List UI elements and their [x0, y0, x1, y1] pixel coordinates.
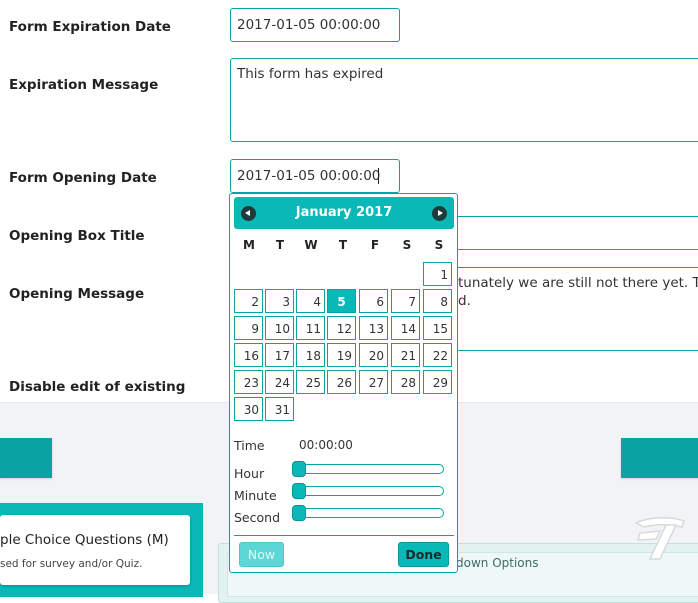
weekday-wed: W	[304, 238, 318, 252]
second-label: Second	[234, 510, 281, 525]
calendar-day[interactable]: 19	[327, 343, 356, 367]
datepicker-header: January 2017	[234, 197, 454, 229]
weekday-mon: M	[243, 238, 255, 252]
calendar-day[interactable]: 25	[296, 370, 325, 394]
datepicker-month-title: January 2017	[295, 205, 393, 220]
calendar-day[interactable]: 23	[234, 370, 263, 394]
minute-slider[interactable]	[292, 483, 444, 499]
left-teal-button[interactable]	[0, 438, 52, 478]
dropdown-options-label: down Options	[456, 556, 539, 570]
hour-label: Hour	[234, 466, 265, 481]
right-teal-button[interactable]	[621, 438, 698, 478]
weekday-fri: F	[370, 238, 380, 252]
datepicker-divider	[234, 535, 454, 536]
opening-date-label: Form Opening Date	[9, 170, 157, 186]
text-cursor-icon	[378, 168, 380, 184]
calendar-day[interactable]: 8	[423, 289, 452, 313]
second-slider[interactable]	[292, 505, 444, 521]
calendar-day[interactable]: 10	[265, 316, 294, 340]
calendar-day[interactable]: 24	[265, 370, 294, 394]
opening-date-value: 2017-01-05 00:00:00	[237, 168, 381, 184]
calendar-day[interactable]: 27	[359, 370, 388, 394]
calendar-day[interactable]: 4	[296, 289, 325, 313]
time-value: 00:00:00	[299, 438, 353, 452]
opening-message-label: Opening Message	[9, 286, 145, 302]
second-slider-handle[interactable]	[292, 505, 306, 521]
calendar-day[interactable]: 11	[296, 316, 325, 340]
calendar-day[interactable]: 26	[327, 370, 356, 394]
hour-slider-handle[interactable]	[292, 461, 306, 477]
opening-box-title-label: Opening Box Title	[9, 228, 145, 244]
calendar-day[interactable]: 13	[359, 316, 388, 340]
calendar-day[interactable]: 17	[265, 343, 294, 367]
expiration-date-input[interactable]: 2017-01-05 00:00:00	[230, 8, 400, 42]
minute-label: Minute	[234, 488, 277, 503]
weekday-tue: T	[275, 238, 285, 252]
card-description: sed for survey and/or Quiz.	[0, 558, 143, 570]
weekday-sat: S	[402, 238, 412, 252]
calendar-day[interactable]: 2	[234, 289, 263, 313]
disable-edit-label: Disable edit of existing	[9, 379, 186, 395]
calendar-day[interactable]: 3	[265, 289, 294, 313]
calendar-day[interactable]: 5	[327, 289, 356, 313]
time-label: Time	[234, 438, 265, 453]
expiration-date-label: Form Expiration Date	[9, 19, 171, 35]
now-button[interactable]: Now	[239, 542, 284, 567]
calendar-day[interactable]: 6	[359, 289, 388, 313]
calendar-day[interactable]: 21	[391, 343, 420, 367]
card-title: ple Choice Questions (M)	[0, 532, 169, 548]
calendar-day[interactable]: 7	[391, 289, 420, 313]
opening-date-input[interactable]: 2017-01-05 00:00:00	[230, 159, 400, 193]
hour-slider[interactable]	[292, 461, 444, 477]
weekday-thu: T	[338, 238, 348, 252]
calendar-day[interactable]: 20	[359, 343, 388, 367]
brand-logo-icon	[634, 517, 685, 560]
done-button[interactable]: Done	[398, 542, 449, 567]
expiration-message-label: Expiration Message	[9, 77, 159, 93]
calendar-day[interactable]: 30	[234, 397, 263, 421]
next-month-icon[interactable]	[432, 206, 447, 221]
question-type-card-container: ple Choice Questions (M) sed for survey …	[0, 503, 203, 597]
calendar-day[interactable]: 29	[423, 370, 452, 394]
weekday-sun: S	[434, 238, 444, 252]
minute-slider-handle[interactable]	[292, 483, 306, 499]
calendar-day[interactable]: 18	[296, 343, 325, 367]
calendar-day[interactable]: 12	[327, 316, 356, 340]
calendar-day[interactable]: 1	[423, 262, 452, 286]
calendar-day[interactable]: 15	[423, 316, 452, 340]
multiple-choice-card[interactable]: ple Choice Questions (M) sed for survey …	[0, 515, 190, 585]
datepicker-popup: January 2017 M T W T F S S Time 00:00:00…	[229, 193, 458, 573]
calendar-day[interactable]: 16	[234, 343, 263, 367]
calendar-day[interactable]: 28	[391, 370, 420, 394]
calendar-day[interactable]: 14	[391, 316, 420, 340]
expiration-message-textarea[interactable]: This form has expired	[230, 58, 698, 142]
calendar-day[interactable]: 9	[234, 316, 263, 340]
calendar-day[interactable]: 31	[265, 397, 294, 421]
calendar-day[interactable]: 22	[423, 343, 452, 367]
